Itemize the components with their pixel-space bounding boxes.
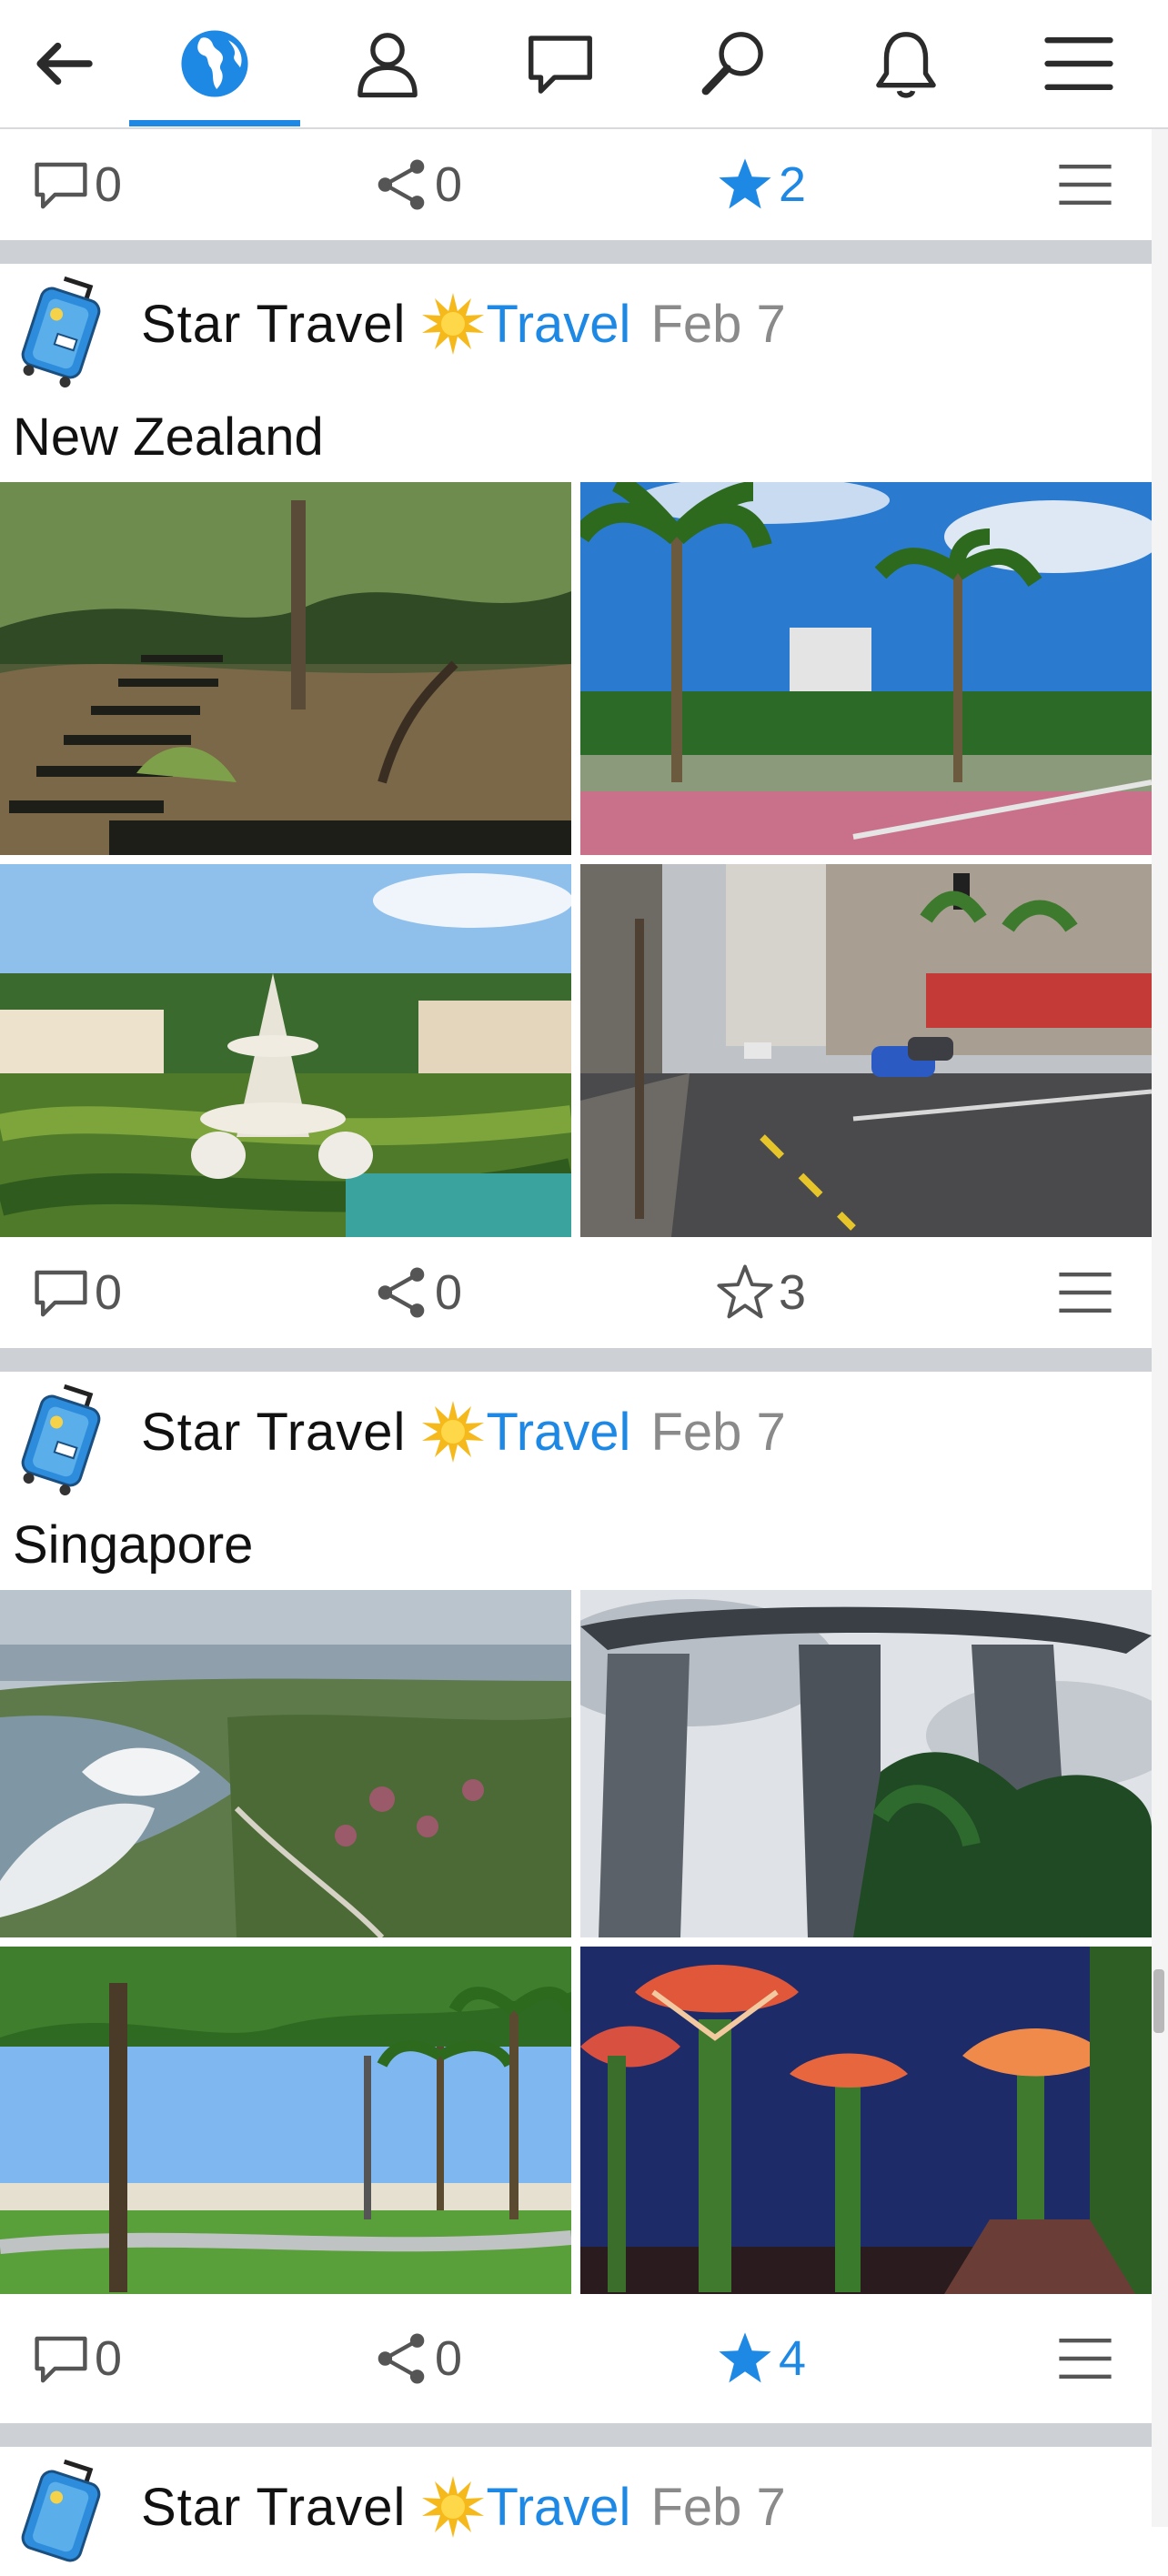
post-card: Star Travel Travel Feb 7 New Zealand 0 0…	[0, 264, 1152, 1348]
sun-icon	[422, 1401, 485, 1463]
post-header: Star Travel Travel Feb 7	[0, 2447, 1152, 2576]
photo-grid	[0, 482, 1152, 1237]
star-button[interactable]: 3	[715, 1237, 806, 1348]
notifications-tab[interactable]	[820, 0, 992, 127]
suitcase-avatar-icon[interactable]	[11, 2454, 111, 2572]
chat-icon	[529, 35, 592, 94]
active-tab-indicator	[129, 120, 300, 126]
post-separator	[0, 2423, 1152, 2447]
share-count: 0	[435, 1265, 463, 1320]
bell-icon	[876, 32, 936, 98]
post-action-bar: 0 0 4	[0, 2294, 1152, 2423]
star-outline-icon	[717, 1264, 773, 1319]
back-icon	[36, 42, 93, 86]
menu-icon	[1059, 1273, 1112, 1313]
comment-count: 0	[95, 2331, 123, 2386]
star-filled-icon	[719, 158, 771, 209]
sun-icon	[422, 2476, 485, 2538]
star-count: 3	[779, 1265, 807, 1320]
post-action-bar: 0 0 2	[0, 129, 1152, 240]
community-link[interactable]: Travel	[486, 294, 630, 355]
comment-count: 0	[95, 1265, 123, 1320]
post-author[interactable]: Star Travel	[141, 1402, 406, 1463]
post-header: Star Travel Travel Feb 7	[0, 264, 1152, 393]
share-button[interactable]: 0	[371, 2294, 462, 2423]
post-date: Feb 7	[650, 1402, 786, 1462]
globe-icon	[181, 30, 248, 97]
gardens-by-the-bay-aerial-photo[interactable]	[0, 1590, 571, 1937]
main-menu-button[interactable]	[992, 0, 1165, 127]
comment-icon	[35, 162, 87, 209]
post-card: Star Travel Travel Feb 7	[0, 2447, 1152, 2576]
garden-fountain-photo[interactable]	[0, 864, 571, 1237]
share-icon	[378, 2333, 425, 2384]
post-title[interactable]: Singapore	[0, 1501, 1152, 1590]
comment-button[interactable]: 0	[31, 1237, 122, 1348]
post-menu-button[interactable]	[1055, 2294, 1119, 2423]
scrollbar-thumb[interactable]	[1153, 1969, 1164, 2033]
star-count: 4	[779, 2331, 807, 2386]
marina-bay-sands-photo[interactable]	[580, 1590, 1152, 1937]
star-count: 2	[779, 157, 807, 212]
forest-steps-photo[interactable]	[0, 482, 571, 855]
search-tab[interactable]	[647, 0, 820, 127]
post-date: Feb 7	[650, 2477, 786, 2537]
comment-icon	[35, 1270, 87, 1317]
sun-icon	[422, 293, 485, 355]
messages-tab[interactable]	[474, 0, 647, 127]
comment-count: 0	[95, 157, 123, 212]
post-date: Feb 7	[650, 294, 786, 354]
explore-tab[interactable]	[128, 0, 301, 127]
share-icon	[378, 1267, 425, 1318]
suitcase-avatar-icon[interactable]	[11, 271, 111, 389]
community-link[interactable]: Travel	[486, 2477, 630, 2538]
post-feed: 0 0 2 Star Travel Travel Feb 7 New Zeala…	[0, 129, 1152, 2576]
post-title[interactable]: New Zealand	[0, 393, 1152, 482]
comment-button[interactable]: 0	[31, 129, 122, 240]
star-filled-icon	[719, 2332, 771, 2383]
search-icon	[701, 32, 763, 96]
post-menu-button[interactable]	[1055, 1237, 1119, 1348]
post-author[interactable]: Star Travel	[141, 294, 406, 355]
post-author[interactable]: Star Travel	[141, 2477, 406, 2538]
suitcase-avatar-icon[interactable]	[11, 1379, 111, 1497]
comment-button[interactable]: 0	[31, 2294, 122, 2423]
star-button[interactable]: 4	[715, 2294, 806, 2423]
share-count: 0	[435, 2331, 463, 2386]
photo-grid	[0, 1590, 1152, 2294]
share-count: 0	[435, 157, 463, 212]
post-action-bar: 0 0 3	[0, 1237, 1152, 1348]
top-navigation-bar	[0, 0, 1168, 129]
share-button[interactable]: 0	[371, 1237, 462, 1348]
scrollbar-track[interactable]	[1152, 129, 1168, 2527]
profile-tab[interactable]	[301, 0, 474, 127]
star-button[interactable]: 2	[715, 129, 806, 240]
city-street-photo[interactable]	[580, 864, 1152, 1237]
post-header: Star Travel Travel Feb 7	[0, 1372, 1152, 1501]
profile-icon	[357, 33, 418, 98]
share-button[interactable]: 0	[371, 129, 462, 240]
menu-icon	[1044, 36, 1113, 91]
menu-icon	[1059, 2339, 1112, 2379]
menu-icon	[1059, 165, 1112, 205]
post-card: Star Travel Travel Feb 7 Singapore 0 0 4	[0, 1372, 1152, 2423]
post-separator	[0, 1348, 1152, 1372]
community-link[interactable]: Travel	[486, 1402, 630, 1463]
comment-icon	[35, 2336, 87, 2383]
share-icon	[378, 159, 425, 210]
supertree-grove-night-photo[interactable]	[580, 1947, 1152, 2294]
palm-park-photo[interactable]	[580, 482, 1152, 855]
beach-park-photo[interactable]	[0, 1947, 571, 2294]
post-menu-button[interactable]	[1055, 129, 1119, 240]
post-separator	[0, 240, 1152, 264]
